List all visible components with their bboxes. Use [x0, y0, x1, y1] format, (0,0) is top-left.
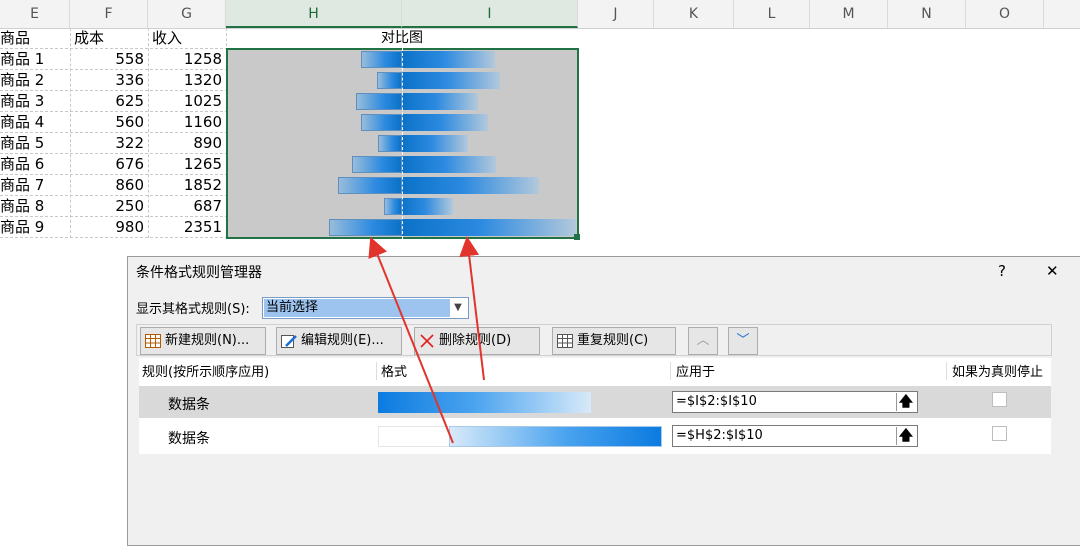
arrow-to-h — [368, 236, 454, 444]
annotation-arrows — [368, 236, 485, 444]
arrow-to-i — [459, 236, 485, 381]
